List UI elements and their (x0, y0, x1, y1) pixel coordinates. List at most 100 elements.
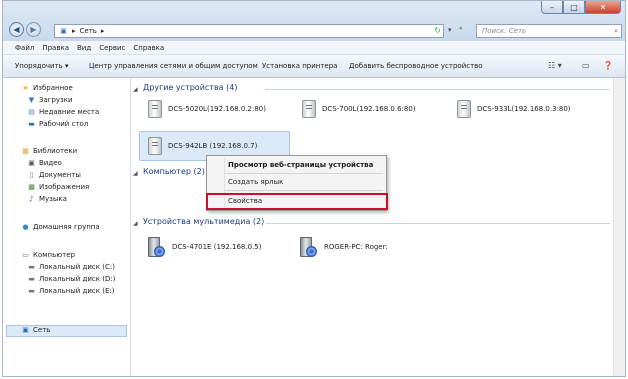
nav-images[interactable]: ▩ Изображения (27, 183, 89, 191)
forward-button[interactable]: ▶ (26, 22, 41, 37)
disk-icon: ▬ (28, 287, 35, 295)
group-header-other-devices[interactable]: Другие устройства (4) (143, 83, 237, 92)
nav-music[interactable]: ♪ Музыка (27, 195, 67, 203)
device-icon (302, 100, 316, 118)
add-wireless-device-button[interactable]: Добавить беспроводное устройство (349, 62, 483, 70)
vertical-scrollbar[interactable] (613, 78, 625, 376)
window-controls: – □ ✕ (541, 1, 621, 14)
star-icon: ★ (22, 84, 29, 92)
media-device-icon (148, 237, 166, 257)
menu-item-create-shortcut[interactable]: Создать ярлык (228, 178, 283, 186)
nav-homegroup-label: Домашняя группа (33, 223, 100, 231)
media-device-item[interactable]: ROGER-PC: Roger: (300, 237, 388, 257)
address-bar[interactable]: ▣ ▸ Сеть ▸ ↻ (54, 24, 444, 38)
device-item[interactable]: DCS-933L(192.168.0.3:80) (457, 100, 571, 118)
explorer-window: – □ ✕ ◀ ▶ ▣ ▸ Сеть ▸ ↻ ▾ ⁴ Поиск: Сеть ⌕… (2, 0, 626, 377)
device-item-selected[interactable]: DCS-942LB (192.168.0.7) (148, 137, 257, 155)
nav-recent-places[interactable]: ▤ Недавние места (27, 108, 99, 116)
nav-favorites-label: Избранное (33, 84, 73, 92)
nav-disk-e[interactable]: ▬ Локальный диск (E:) (27, 287, 114, 295)
help-icon[interactable]: ❓ (603, 61, 613, 70)
nav-documents[interactable]: ▯ Документы (27, 171, 81, 179)
minimize-button[interactable]: – (541, 1, 563, 14)
nav-libraries[interactable]: ▦ Библиотеки (21, 147, 77, 155)
collapse-chevron-icon[interactable]: ◢ (133, 86, 138, 93)
view-options-icon[interactable]: ☷ ▾ (548, 61, 562, 70)
menu-help[interactable]: Справка (133, 44, 164, 52)
media-device-item[interactable]: DCS-4701E (192.168.0.5) (148, 237, 261, 257)
context-menu-separator (225, 173, 383, 174)
preview-pane-icon[interactable]: ▭ (582, 61, 590, 70)
nav-downloads[interactable]: ▼ Загрузки (27, 96, 73, 104)
nav-network[interactable]: ▣ Сеть (21, 326, 50, 334)
menu-item-view-web-page[interactable]: Просмотр веб-страницы устройства (228, 161, 373, 169)
nav-disk-e-label: Локальный диск (E:) (39, 287, 115, 295)
properties-highlight-annotation (206, 193, 388, 210)
address-dropdown-icon[interactable]: ▾ (448, 26, 452, 34)
breadcrumb-network[interactable]: Сеть (80, 27, 97, 35)
menu-view[interactable]: Вид (77, 44, 91, 52)
nav-desktop-label: Рабочий стол (39, 120, 89, 128)
collapse-chevron-icon[interactable]: ◢ (133, 220, 138, 227)
maximize-button[interactable]: □ (563, 1, 585, 14)
back-button[interactable]: ◀ (9, 22, 24, 37)
navigation-pane: ★ Избранное ▼ Загрузки ▤ Недавние места … (3, 78, 131, 376)
forward-arrow-icon: ▶ (30, 25, 37, 34)
menu-edit[interactable]: Правка (42, 44, 69, 52)
disk-icon: ▬ (28, 263, 35, 271)
device-label: DCS-700L(192.168.0.6:80) (322, 105, 416, 113)
menu-tools[interactable]: Сервис (99, 44, 125, 52)
nav-computer-label: Компьютер (33, 251, 75, 259)
group-header-multimedia[interactable]: Устройства мультимедиа (2) (143, 217, 264, 226)
go-refresh-icon[interactable]: ⁴ (459, 25, 462, 34)
title-bar: – □ ✕ ◀ ▶ ▣ ▸ Сеть ▸ ↻ ▾ ⁴ Поиск: Сеть ⌕ (3, 1, 625, 41)
nav-disk-d[interactable]: ▬ Локальный диск (D:) (27, 275, 115, 283)
images-icon: ▩ (28, 183, 35, 191)
nav-libraries-label: Библиотеки (33, 147, 78, 155)
libraries-icon: ▦ (22, 147, 29, 155)
nav-computer[interactable]: ▭ Компьютер (21, 251, 75, 259)
nav-disk-c[interactable]: ▬ Локальный диск (C:) (27, 263, 115, 271)
organize-button[interactable]: Упорядочить ▾ (15, 62, 69, 70)
command-bar: Упорядочить ▾ Центр управления сетями и … (3, 55, 625, 78)
device-icon (457, 100, 471, 118)
disk-icon: ▬ (28, 275, 35, 283)
device-label: ROGER-PC: Roger: (324, 243, 388, 251)
downloads-folder-icon: ▼ (28, 96, 35, 104)
nav-documents-label: Документы (39, 171, 81, 179)
device-label: DCS-5020L(192.168.0.2:80) (168, 105, 266, 113)
refresh-icon[interactable]: ↻ (434, 26, 441, 35)
collapse-chevron-icon[interactable]: ◢ (133, 170, 138, 177)
recent-places-icon: ▤ (28, 108, 35, 116)
nav-homegroup[interactable]: ● Домашняя группа (21, 223, 100, 231)
device-icon (148, 137, 162, 155)
nav-favorites[interactable]: ★ Избранное (21, 84, 73, 92)
device-icon (148, 100, 162, 118)
menu-file[interactable]: Файл (15, 44, 34, 52)
network-center-button[interactable]: Центр управления сетями и общим доступом (89, 62, 258, 70)
documents-icon: ▯ (29, 171, 34, 179)
close-button[interactable]: ✕ (585, 1, 621, 14)
device-item[interactable]: DCS-700L(192.168.0.6:80) (302, 100, 416, 118)
breadcrumb-chevron-icon[interactable]: ▸ (101, 27, 105, 35)
media-device-icon (300, 237, 318, 257)
video-icon: ▣ (28, 159, 35, 167)
nav-network-label: Сеть (33, 326, 51, 334)
search-icon[interactable]: ⌕ (614, 25, 618, 37)
device-item[interactable]: DCS-5020L(192.168.0.2:80) (148, 100, 266, 118)
device-label: DCS-942LB (192.168.0.7) (168, 142, 258, 150)
network-icon: ▣ (60, 27, 67, 35)
nav-desktop[interactable]: ▬ Рабочий стол (27, 120, 88, 128)
breadcrumb-separator-icon: ▸ (72, 27, 76, 35)
homegroup-icon: ● (22, 223, 29, 231)
group-divider (266, 223, 610, 224)
nav-images-label: Изображения (39, 183, 90, 191)
add-printer-button[interactable]: Установка принтера (262, 62, 337, 70)
device-label: DCS-4701E (192.168.0.5) (172, 243, 262, 251)
nav-video[interactable]: ▣ Видео (27, 159, 62, 167)
music-icon: ♪ (29, 195, 34, 203)
group-header-computer[interactable]: Компьютер (2) (143, 167, 205, 176)
search-input[interactable]: Поиск: Сеть ⌕ (476, 24, 622, 38)
menu-bar: Файл Правка Вид Сервис Справка (3, 41, 625, 55)
nav-downloads-label: Загрузки (39, 96, 73, 104)
